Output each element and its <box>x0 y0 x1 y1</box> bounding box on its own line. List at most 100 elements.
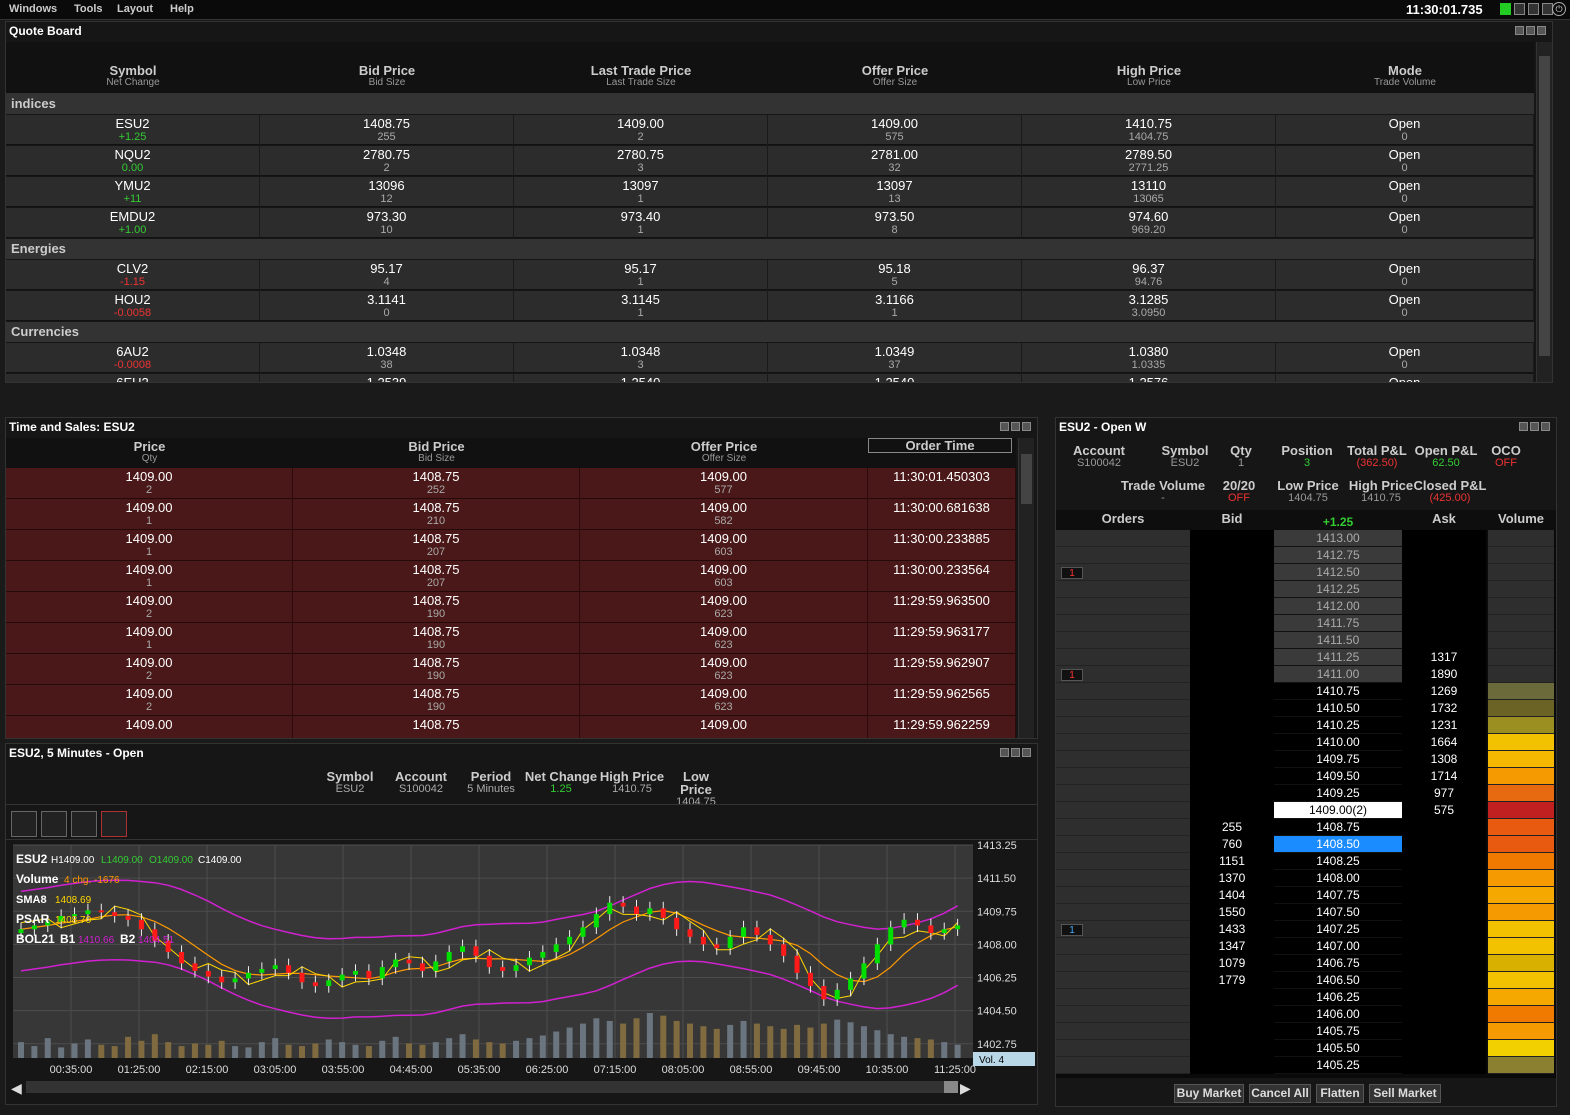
dom-ask-cell[interactable] <box>1402 972 1486 989</box>
menu-windows[interactable]: Windows <box>9 3 57 15</box>
float-icon[interactable] <box>1519 422 1528 431</box>
ts-col-header[interactable]: Bid Price Bid Size <box>293 440 580 465</box>
dom-ask-cell[interactable]: 1664 <box>1402 734 1486 751</box>
scrollbar-thumb[interactable] <box>944 1081 958 1093</box>
dom-order-cell[interactable] <box>1056 700 1190 717</box>
dom-price-row[interactable]: 1370 1408.00 <box>1056 870 1556 887</box>
dom-price-row[interactable]: 1412.25 <box>1056 581 1556 598</box>
dom-price-row[interactable]: 1406.00 <box>1056 1006 1556 1023</box>
link-icon[interactable] <box>1530 422 1539 431</box>
dom-price-cell[interactable]: 1409.50 <box>1274 768 1402 785</box>
dom-price-row[interactable]: 1151 1408.25 <box>1056 853 1556 870</box>
dom-bid-cell[interactable] <box>1190 530 1274 547</box>
dom-ask-cell[interactable]: 1714 <box>1402 768 1486 785</box>
dom-price-row[interactable]: 1410.25 1231 <box>1056 717 1556 734</box>
dom-order-cell[interactable] <box>1056 887 1190 904</box>
dom-bid-cell[interactable] <box>1190 581 1274 598</box>
dom-ask-cell[interactable] <box>1402 1057 1486 1074</box>
qb-row[interactable]: EMDU2 +1.00 973.30 10 973.40 1 973.50 8 974.60 96… <box>6 208 1534 238</box>
dom-order-cell[interactable] <box>1056 1023 1190 1040</box>
dom-order-cell[interactable]: 1 <box>1056 564 1190 581</box>
dom-price-row[interactable]: 760 1408.50 <box>1056 836 1556 853</box>
dom-order-cell[interactable] <box>1056 768 1190 785</box>
scrollbar-thumb[interactable] <box>1539 56 1550 356</box>
close-icon[interactable] <box>1541 422 1550 431</box>
close-icon[interactable] <box>1537 26 1546 35</box>
ts-col-header[interactable]: Price Qty <box>6 440 293 465</box>
dom-price-cell[interactable]: 1406.75 <box>1274 955 1402 972</box>
dom-ask-cell[interactable] <box>1402 581 1486 598</box>
dom-ask-cell[interactable] <box>1402 819 1486 836</box>
dom-bid-cell[interactable] <box>1190 547 1274 564</box>
dom-price-row[interactable]: 1411.25 1317 <box>1056 649 1556 666</box>
dom-ask-cell[interactable] <box>1402 564 1486 581</box>
qb-col-header[interactable]: Mode Trade Volume <box>1276 64 1534 89</box>
dom-bid-cell[interactable] <box>1190 989 1274 1006</box>
dom-ask-cell[interactable]: 1231 <box>1402 717 1486 734</box>
dom-ask-cell[interactable] <box>1402 921 1486 938</box>
dom-price-row[interactable]: 1405.25 <box>1056 1057 1556 1074</box>
dom-price-cell[interactable]: 1408.50 <box>1274 836 1402 853</box>
dom-bid-cell[interactable] <box>1190 785 1274 802</box>
dom-price-cell[interactable]: 1407.00 <box>1274 938 1402 955</box>
dom-price-cell[interactable]: 1410.00 <box>1274 734 1402 751</box>
dom-order-cell[interactable] <box>1056 547 1190 564</box>
dom-price-cell[interactable]: 1409.00(2) <box>1274 802 1402 819</box>
dom-price-row[interactable]: 1079 1406.75 <box>1056 955 1556 972</box>
price-chart[interactable]: 1413.25 1411.50 1409.75 1408.00 1406.25 1404.… <box>6 840 1038 1105</box>
dom-price-row[interactable]: 1405.75 <box>1056 1023 1556 1040</box>
dom-bid-cell[interactable] <box>1190 649 1274 666</box>
qb-col-header[interactable]: High Price Low Price <box>1022 64 1276 89</box>
draw-tool-icon[interactable] <box>71 811 97 837</box>
dom-bid-cell[interactable] <box>1190 564 1274 581</box>
qb-row[interactable]: CLV2 -1.15 95.17 4 95.17 1 95.18 5 96.37 94.76 Ope… <box>6 260 1534 290</box>
ts-row[interactable]: 1409.00 2 1408.75 190 1409.00 623 11:29:59.962… <box>6 654 1016 685</box>
dom-price-row[interactable]: 1411.50 <box>1056 632 1556 649</box>
dom-price-row[interactable]: 255 1408.75 <box>1056 819 1556 836</box>
dom-bid-cell[interactable]: 1347 <box>1190 938 1274 955</box>
qb-row[interactable]: YMU2 +11 13096 12 13097 1 13097 13 13110 13065 Ope… <box>6 177 1534 207</box>
qb-row[interactable]: ESU2 +1.25 1408.75 255 1409.00 2 1409.00 575 141… <box>6 115 1534 145</box>
dom-price-row[interactable]: 1347 1407.00 <box>1056 938 1556 955</box>
dom-price-cell[interactable]: 1407.75 <box>1274 887 1402 904</box>
dom-price-row[interactable]: 1 1412.50 <box>1056 564 1556 581</box>
dom-price-cell[interactable]: 1411.75 <box>1274 615 1402 632</box>
dom-ask-cell[interactable] <box>1402 853 1486 870</box>
dom-order-cell[interactable] <box>1056 802 1190 819</box>
dom-ask-cell[interactable] <box>1402 955 1486 972</box>
dom-ask-cell[interactable]: 1308 <box>1402 751 1486 768</box>
menu-layout[interactable]: Layout <box>117 3 153 15</box>
qb-row[interactable]: 6AU2 -0.0008 1.0348 38 1.0348 3 1.0349 37 1.0380… <box>6 343 1534 373</box>
dom-order-cell[interactable] <box>1056 870 1190 887</box>
dom-bid-cell[interactable]: 1370 <box>1190 870 1274 887</box>
dom-price-cell[interactable]: 1407.50 <box>1274 904 1402 921</box>
dom-price-row[interactable]: 1409.75 1308 <box>1056 751 1556 768</box>
dom-price-row[interactable]: 1409.50 1714 <box>1056 768 1556 785</box>
dom-price-cell[interactable]: 1411.00 <box>1274 666 1402 683</box>
dom-order-cell[interactable] <box>1056 938 1190 955</box>
dom-ask-cell[interactable] <box>1402 870 1486 887</box>
close-icon[interactable] <box>1022 748 1031 757</box>
dom-order-cell[interactable] <box>1056 751 1190 768</box>
ts-row[interactable]: 1409.00 1 1408.75 210 1409.00 582 11:30:00.681… <box>6 499 1016 530</box>
dom-ask-cell[interactable] <box>1402 1040 1486 1057</box>
dom-bid-cell[interactable]: 1404 <box>1190 887 1274 904</box>
sell-market-button[interactable]: Sell Market <box>1369 1084 1441 1103</box>
dom-bid-cell[interactable]: 1779 <box>1190 972 1274 989</box>
dom-ask-cell[interactable] <box>1402 632 1486 649</box>
dom-order-cell[interactable] <box>1056 989 1190 1006</box>
dom-price-row[interactable]: 1412.75 <box>1056 547 1556 564</box>
study-tool-icon[interactable] <box>41 811 67 837</box>
dom-price-row[interactable]: 1 1433 1407.25 <box>1056 921 1556 938</box>
ts-row[interactable]: 1409.00 2 1408.75 190 1409.00 623 11:29:59.962… <box>6 685 1016 716</box>
dom-bid-cell[interactable] <box>1190 1006 1274 1023</box>
dom-order-cell[interactable] <box>1056 955 1190 972</box>
dom-ask-cell[interactable]: 575 <box>1402 802 1486 819</box>
dom-ask-cell[interactable] <box>1402 836 1486 853</box>
dom-order-cell[interactable] <box>1056 530 1190 547</box>
qb-col-header[interactable]: Bid Price Bid Size <box>260 64 514 89</box>
float-icon[interactable] <box>1000 422 1009 431</box>
dom-price-cell[interactable]: 1405.50 <box>1274 1040 1402 1057</box>
dom-bid-cell[interactable] <box>1190 1057 1274 1074</box>
dom-ask-cell[interactable] <box>1402 598 1486 615</box>
